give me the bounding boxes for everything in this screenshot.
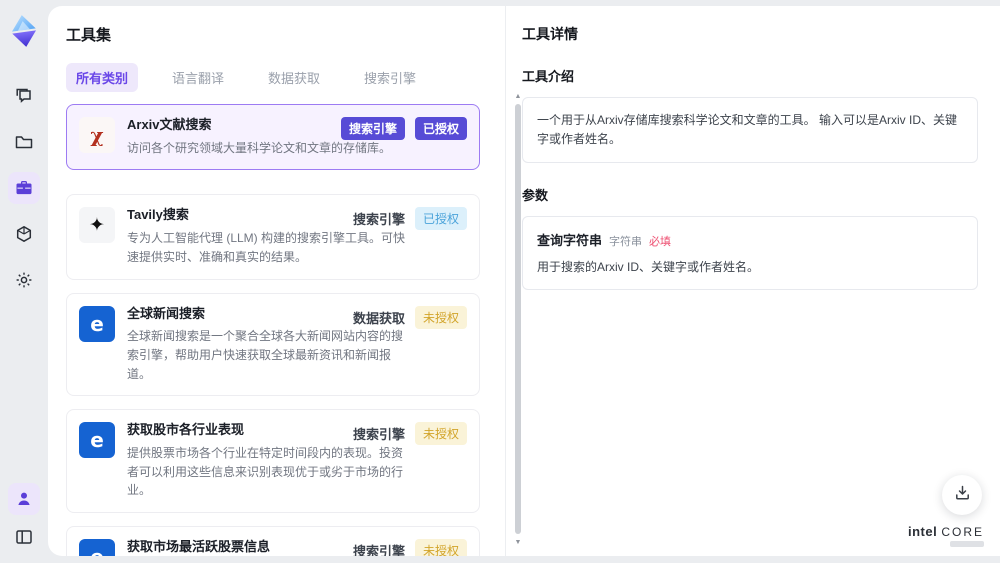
- category-label: 搜索引擎: [352, 543, 405, 556]
- panel-layout-icon: [14, 527, 34, 547]
- gem-logo-icon: [11, 15, 37, 47]
- sidebar-item-toolbox[interactable]: [8, 172, 40, 204]
- category-badge: 搜索引擎: [340, 117, 405, 140]
- category-label: 数据获取: [352, 310, 405, 326]
- tool-detail-column: 工具详情 工具介绍 一个用于从Arxiv存储库搜索科学论文和文章的工具。 输入可…: [505, 6, 1000, 556]
- download-button[interactable]: [942, 475, 982, 515]
- param-name: 查询字符串: [537, 233, 603, 249]
- news-app-icon: e: [79, 305, 115, 342]
- auth-status-badge: 未授权: [414, 538, 467, 556]
- intro-box: 一个用于从Arxiv存储库搜索科学论文和文章的工具。 输入可以是Arxiv ID…: [522, 97, 978, 164]
- tools-list-column: 工具集 所有类别 语言翻译 数据获取 搜索引擎 χ Arxiv文献搜索 访问各个…: [48, 6, 521, 556]
- chat-icon: [14, 86, 34, 106]
- download-icon: [954, 484, 971, 506]
- news-app-icon: e: [79, 422, 115, 459]
- tab-data-fetch[interactable]: 数据获取: [258, 63, 330, 92]
- brand-intel: intel: [907, 524, 938, 539]
- intel-core-logo: intel core: [908, 524, 984, 547]
- brand-sub-badge: [950, 541, 984, 547]
- auth-status-badge: 已授权: [414, 117, 467, 140]
- tool-description: 提供股票市场各个行业在特定时间段内的表现。投资者可以利用这些信息来识别表现优于或…: [127, 446, 404, 498]
- tool-card-sector-performance[interactable]: e 获取股市各行业表现 提供股票市场各个行业在特定时间段内的表现。投资者可以利用…: [66, 409, 480, 513]
- tool-card-arxiv[interactable]: χ Arxiv文献搜索 访问各个研究领域大量科学论文和文章的存储库。 搜索引擎 …: [66, 104, 480, 171]
- page-title: 工具集: [66, 27, 112, 44]
- intro-heading: 工具介绍: [522, 69, 575, 84]
- left-rail: [0, 0, 48, 563]
- user-icon: [14, 489, 34, 509]
- tool-description: 全球新闻搜索是一个聚合全球各大新闻网站内容的搜索引擎，帮助用户快速获取全球最新资…: [127, 329, 404, 381]
- tool-card-tavily[interactable]: ✦ Tavily搜索 专为人工智能代理 (LLM) 构建的搜索引擎工具。可快速提…: [66, 194, 480, 280]
- tab-language-translation[interactable]: 语言翻译: [162, 63, 234, 92]
- category-label: 搜索引擎: [352, 427, 405, 443]
- auth-status-badge: 未授权: [414, 422, 467, 446]
- tab-all-categories[interactable]: 所有类别: [66, 63, 139, 92]
- sidebar-item-user[interactable]: [8, 483, 40, 515]
- tool-description: 访问各个研究领域大量科学论文和文章的存储库。: [127, 140, 392, 155]
- arxiv-icon: χ: [79, 117, 115, 153]
- param-type: 字符串: [609, 236, 643, 249]
- category-tabs: 所有类别 语言翻译 数据获取 搜索引擎: [66, 63, 505, 92]
- news-app-icon: e: [79, 538, 115, 556]
- tool-card-active-stocks[interactable]: e 获取市场最活跃股票信息 提供当天交易量最高的股票列表。投资者可以利用这些信息…: [66, 525, 480, 556]
- sidebar-item-settings[interactable]: [8, 264, 40, 296]
- auth-status-badge: 未授权: [414, 305, 467, 329]
- gear-icon: [14, 270, 34, 290]
- tavily-icon: ✦: [79, 207, 115, 244]
- briefcase-icon: [14, 178, 34, 198]
- folder-icon: [14, 132, 34, 152]
- intro-text: 一个用于从Arxiv存储库搜索科学论文和文章的工具。 输入可以是Arxiv ID…: [537, 113, 958, 147]
- tool-card-list: χ Arxiv文献搜索 访问各个研究领域大量科学论文和文章的存储库。 搜索引擎 …: [66, 104, 480, 556]
- cube-icon: [14, 224, 34, 244]
- sidebar-item-files[interactable]: [8, 126, 40, 158]
- category-label: 搜索引擎: [352, 212, 405, 228]
- sidebar-item-chat[interactable]: [8, 80, 40, 112]
- main-panel: 工具集 所有类别 语言翻译 数据获取 搜索引擎 χ Arxiv文献搜索 访问各个…: [48, 6, 1000, 556]
- auth-status-badge: 已授权: [414, 207, 467, 231]
- app-logo[interactable]: [7, 12, 41, 50]
- param-box: 查询字符串 字符串 必填 用于搜索的Arxiv ID、关键字或作者姓名。: [522, 216, 978, 291]
- param-description: 用于搜索的Arxiv ID、关键字或作者姓名。: [537, 260, 760, 275]
- sidebar-item-collapse[interactable]: [8, 521, 40, 553]
- tool-card-global-news[interactable]: e 全球新闻搜索 全球新闻搜索是一个聚合全球各大新闻网站内容的搜索引擎，帮助用户…: [66, 292, 480, 397]
- tab-search-engine[interactable]: 搜索引擎: [354, 63, 426, 92]
- sidebar-item-models[interactable]: [8, 218, 40, 250]
- detail-title: 工具详情: [522, 26, 578, 42]
- brand-core: core: [941, 525, 984, 539]
- params-heading: 参数: [522, 188, 549, 204]
- tool-description: 专为人工智能代理 (LLM) 构建的搜索引擎工具。可快速提供实时、准确和真实的结…: [127, 231, 406, 264]
- param-required-flag: 必填: [649, 236, 672, 249]
